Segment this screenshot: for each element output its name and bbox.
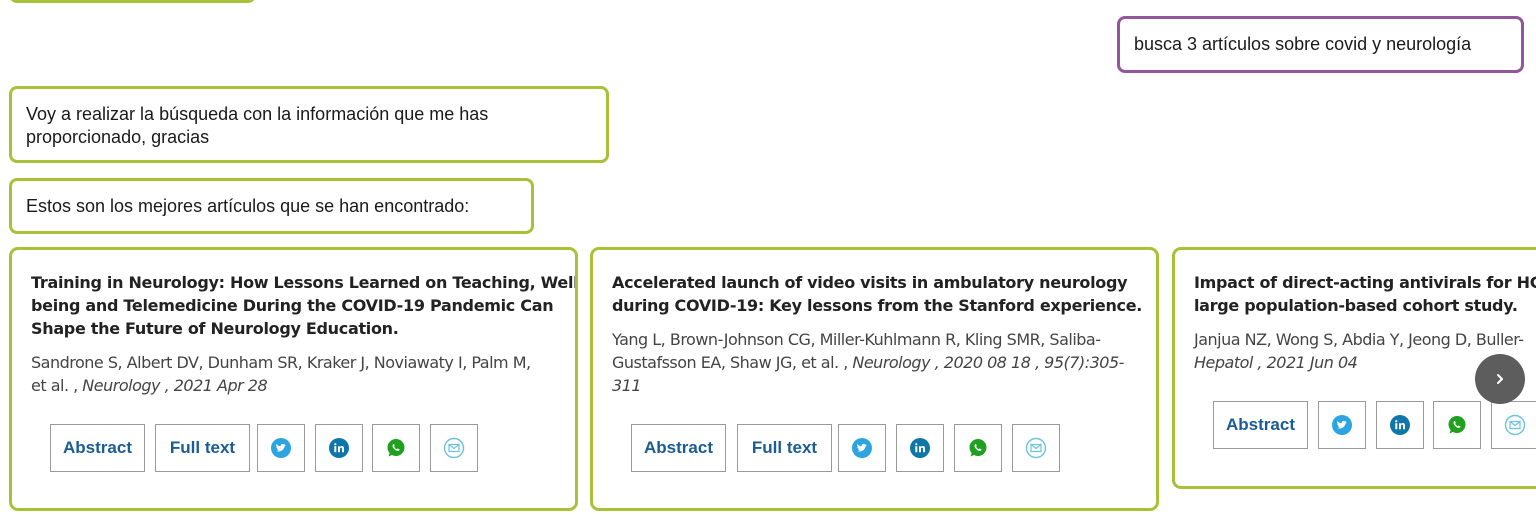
abstract-button[interactable]: Abstract [631,424,726,472]
article-title-line: large population-based cohort study. [1194,296,1518,315]
email-icon [443,437,465,459]
bot-message-text: Voy a realizar la búsqueda con la inform… [26,104,489,147]
article-title-line: Shape the Future of Neurology Education. [31,319,399,338]
article-authors: et al. , [31,376,83,395]
whatsapp-share-button[interactable] [372,424,420,472]
article-journal-date: Hepatol , 2021 Jun 04 [1194,353,1358,372]
user-message-bubble: busca 3 artículos sobre covid y neurolog… [1117,16,1524,73]
linkedin-icon [910,438,930,458]
article-title[interactable]: Accelerated launch of video visits in am… [612,271,1152,317]
twitter-icon [1332,415,1352,435]
bot-message-bubble: Estos son los mejores artículos que se h… [9,178,534,234]
article-title-line: Impact of direct-acting antivirals for H… [1194,273,1536,292]
article-card: Training in Neurology: How Lessons Learn… [9,247,578,511]
previous-message-bubble [9,0,256,3]
whatsapp-icon [969,439,987,457]
article-title-line: Training in Neurology: How Lessons Learn… [31,273,578,292]
article-journal-date: Neurology , 2021 Apr 28 [82,376,268,395]
full-text-button[interactable]: Full text [155,424,250,472]
linkedin-share-button[interactable] [315,424,363,472]
article-title[interactable]: Training in Neurology: How Lessons Learn… [31,271,578,340]
article-card: Accelerated launch of video visits in am… [590,247,1159,511]
email-share-button[interactable] [1491,401,1536,449]
article-title-line: Accelerated launch of video visits in am… [612,273,1128,292]
whatsapp-icon [1448,416,1466,434]
article-title-line: being and Telemedicine During the COVID-… [31,296,554,315]
article-title[interactable]: Impact of direct-acting antivirals for H… [1194,271,1536,317]
email-share-button[interactable] [1012,424,1060,472]
article-authors: Yang L, Brown-Johnson CG, Miller-Kuhlman… [612,330,1101,349]
twitter-share-button[interactable] [257,424,305,472]
article-title-line: during COVID-19: Key lessons from the St… [612,296,1143,315]
chevron-right-icon [1497,374,1503,384]
bot-message-text: Estos son los mejores artículos que se h… [26,195,470,216]
email-icon [1504,414,1526,436]
abstract-button[interactable]: Abstract [50,424,145,472]
linkedin-share-button[interactable] [896,424,944,472]
carousel-next-button[interactable] [1475,354,1525,404]
article-pages: 311 [612,376,642,395]
email-share-button[interactable] [430,424,478,472]
email-icon [1025,437,1047,459]
twitter-share-button[interactable] [838,424,886,472]
twitter-icon [852,438,872,458]
article-authors: Gustafsson EA, Shaw JG, et al. , [612,353,853,372]
whatsapp-share-button[interactable] [954,424,1002,472]
linkedin-icon [329,438,349,458]
article-authors: Sandrone S, Albert DV, Dunham SR, Kraker… [31,353,531,372]
article-journal-date: Neurology , 2020 08 18 , 95(7):305- [852,353,1124,372]
article-authors: Janjua NZ, Wong S, Abdia Y, Jeong D, Bul… [1194,330,1524,349]
abstract-button[interactable]: Abstract [1213,401,1308,449]
article-citation: Yang L, Brown-Johnson CG, Miller-Kuhlman… [612,328,1152,397]
article-citation: Sandrone S, Albert DV, Dunham SR, Kraker… [31,351,571,397]
linkedin-share-button[interactable] [1376,401,1424,449]
twitter-icon [271,438,291,458]
full-text-button[interactable]: Full text [737,424,832,472]
bot-message-bubble: Voy a realizar la búsqueda con la inform… [9,86,609,163]
linkedin-icon [1390,415,1410,435]
whatsapp-icon [387,439,405,457]
whatsapp-share-button[interactable] [1433,401,1481,449]
user-message-text: busca 3 artículos sobre covid y neurolog… [1134,34,1472,54]
twitter-share-button[interactable] [1318,401,1366,449]
